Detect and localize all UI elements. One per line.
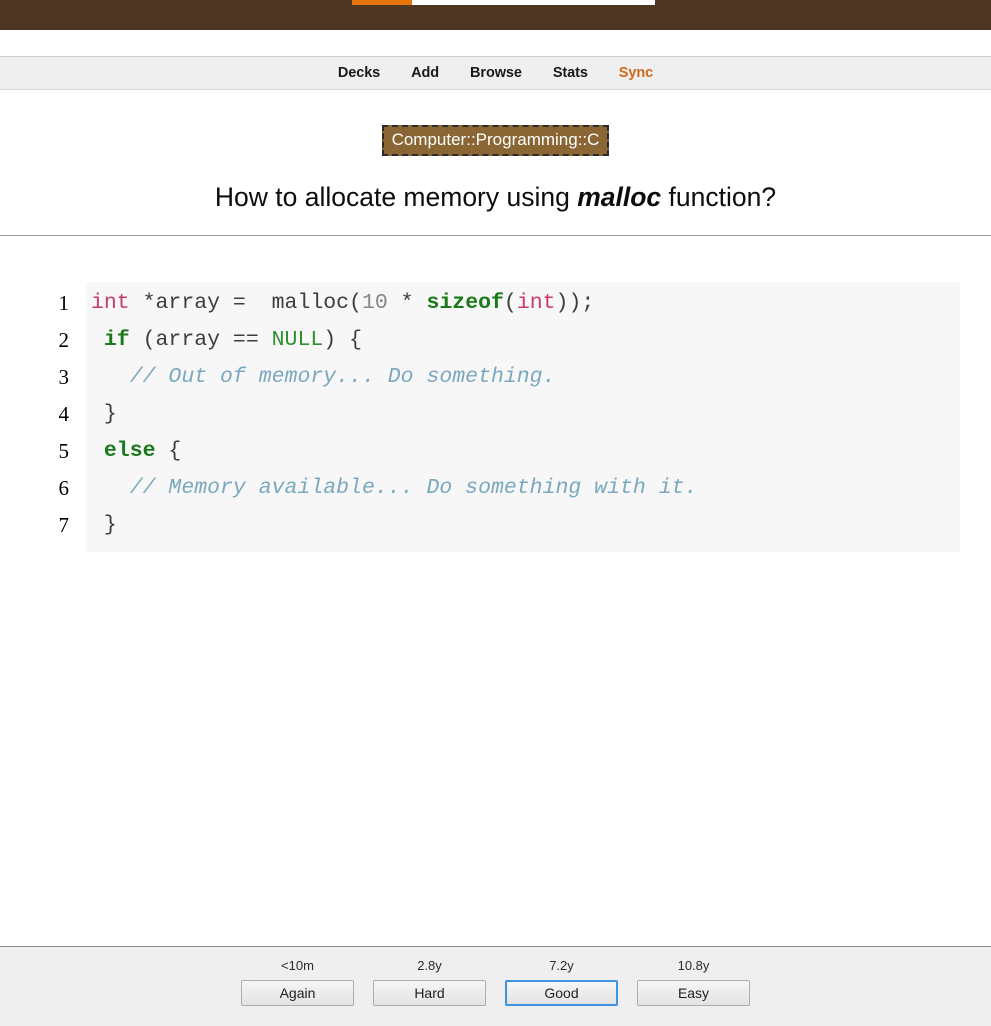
nav-browse[interactable]: Browse <box>470 65 522 81</box>
code-line: if (array == NULL) { <box>86 322 960 359</box>
code-line: } <box>86 396 960 433</box>
nav-stats[interactable]: Stats <box>553 65 588 81</box>
code-token: // Memory available... Do something with… <box>129 476 698 501</box>
answer-easy-group: 10.8y Easy <box>637 958 750 1006</box>
code-line-number: 4 <box>58 402 70 427</box>
code-line: int *array = malloc(10 * sizeof(int)); <box>86 285 960 322</box>
code-token: sizeof <box>426 291 504 316</box>
code-sample: 1234567 int *array = malloc(10 * sizeof(… <box>0 282 991 553</box>
card-review-area: Computer::Programming::C How to allocate… <box>0 91 991 946</box>
answer-again-interval: <10m <box>281 958 314 973</box>
question-text-prefix: How to allocate memory using <box>214 181 578 212</box>
code-token: } <box>91 402 117 427</box>
main-navbar: Decks Add Browse Stats Sync <box>0 56 991 90</box>
code-token: * <box>387 291 427 316</box>
code-token: int <box>516 291 556 316</box>
answer-easy-interval: 10.8y <box>677 958 710 973</box>
answer-good-group: 7.2y Good <box>505 958 618 1006</box>
study-progress-fill <box>352 0 412 5</box>
code-token: int <box>91 291 130 316</box>
question-emphasis-malloc: malloc <box>577 181 662 212</box>
toolbar-spacer <box>0 30 991 56</box>
code-token: else <box>103 439 156 464</box>
deck-tag-badge: Computer::Programming::C <box>381 125 610 156</box>
window-title-bar <box>0 0 991 30</box>
answer-good-interval: 7.2y <box>549 958 574 973</box>
answer-buttons-row: <10m Again 2.8y Hard 7.2y Good 10.8y Easy <box>0 947 991 1006</box>
code-line-number: 5 <box>58 439 70 464</box>
code-token: ) { <box>323 328 362 353</box>
code-token: )); <box>555 291 595 316</box>
answer-easy-button[interactable]: Easy <box>637 980 750 1006</box>
question-answer-divider <box>0 235 991 237</box>
code-token: 10 <box>361 291 388 316</box>
code-token: // Out of memory... Do something. <box>129 365 556 390</box>
code-line: // Memory available... Do something with… <box>86 470 960 507</box>
code-line-numbers: 1 2 3 4 5 6 7 <box>0 282 86 544</box>
code-line: // Out of memory... Do something. <box>86 359 960 396</box>
answer-buttons-bar: <10m Again 2.8y Hard 7.2y Good 10.8y Easy <box>0 946 991 1026</box>
code-line: } <box>86 507 960 544</box>
answer-again-button[interactable]: Again <box>241 980 354 1006</box>
nav-decks[interactable]: Decks <box>338 65 380 81</box>
code-line-number: 2 <box>58 328 70 353</box>
question-text-suffix: function? <box>661 181 777 212</box>
nav-add[interactable]: Add <box>411 65 439 81</box>
code-line-number: 3 <box>58 365 70 390</box>
study-progress-bar <box>352 0 655 5</box>
answer-good-button[interactable]: Good <box>505 980 618 1006</box>
code-line-number: 7 <box>58 513 70 538</box>
nav-sync[interactable]: Sync <box>619 65 653 81</box>
code-token: ( <box>503 291 517 316</box>
code-token: } <box>91 513 117 538</box>
code-token: NULL <box>271 328 324 353</box>
answer-hard-button[interactable]: Hard <box>373 980 486 1006</box>
code-line: else { <box>86 433 960 470</box>
code-token: *array = malloc( <box>129 291 362 316</box>
code-token: { <box>155 439 182 464</box>
answer-hard-group: 2.8y Hard <box>373 958 486 1006</box>
card-question: How to allocate memory using malloc func… <box>0 182 991 214</box>
code-line-number: 6 <box>58 476 70 501</box>
deck-tag-row: Computer::Programming::C <box>0 125 991 156</box>
answer-hard-interval: 2.8y <box>417 958 442 973</box>
code-line-number: 1 <box>58 291 70 316</box>
code-token: if <box>103 328 130 353</box>
answer-again-group: <10m Again <box>241 958 354 1006</box>
code-token: (array == <box>129 328 272 353</box>
code-content: int *array = malloc(10 * sizeof(int)); i… <box>86 282 960 553</box>
